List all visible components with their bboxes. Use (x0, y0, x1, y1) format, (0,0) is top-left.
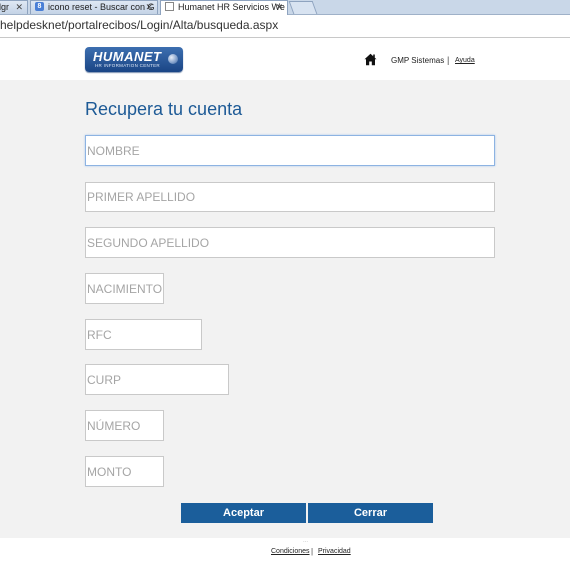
close-tab-icon[interactable]: ✕ (145, 1, 153, 13)
browser-tab-active[interactable]: Humanet HR Servicios We ✕ (160, 0, 288, 15)
tab-title: icono reset - Buscar con G (48, 2, 155, 12)
logo-subtext: HR INFORMATION CENTER (95, 63, 160, 68)
url-text[interactable]: helpdesknet/portalrecibos/Login/Alta/bus… (0, 18, 278, 32)
browser-tab[interactable]: 8 icono reset - Buscar con G ✕ (30, 0, 158, 14)
site-header: HUMANET HR INFORMATION CENTER GMP Sistem… (0, 38, 570, 80)
tab-title: Humanet HR Servicios We (178, 2, 285, 12)
page-favicon-icon (165, 2, 174, 11)
curp-input[interactable] (85, 364, 229, 395)
logo-globe-icon (168, 54, 178, 64)
company-name: GMP Sistemas (391, 56, 445, 65)
humanet-logo[interactable]: HUMANET HR INFORMATION CENTER (85, 47, 183, 72)
address-bar[interactable]: helpdesknet/portalrecibos/Login/Alta/bus… (0, 15, 570, 38)
browser-tab[interactable]: lgr ✕ (0, 0, 28, 14)
home-icon[interactable] (364, 53, 377, 66)
logo-text: HUMANET (93, 49, 162, 64)
segundo-apellido-input[interactable] (85, 227, 495, 258)
footer-dots: ... (303, 538, 309, 544)
help-link[interactable]: Ayuda (455, 57, 475, 64)
primer-apellido-input[interactable] (85, 182, 495, 212)
nombre-input[interactable] (85, 135, 495, 166)
close-tab-icon[interactable]: ✕ (275, 1, 283, 13)
nacimiento-input[interactable] (85, 273, 164, 304)
rfc-input[interactable] (85, 319, 202, 350)
conditions-link[interactable]: Condiciones (271, 548, 310, 555)
browser-tab-strip: lgr ✕ 8 icono reset - Buscar con G ✕ Huma… (0, 0, 570, 15)
close-button[interactable]: Cerrar (308, 503, 433, 523)
new-tab-button[interactable] (288, 1, 318, 14)
site-footer: ... Condiciones | Privacidad (0, 538, 570, 570)
accept-button[interactable]: Aceptar (181, 503, 306, 523)
page-title: Recupera tu cuenta (85, 99, 243, 119)
tab-title: lgr (0, 2, 10, 12)
google-favicon-icon: 8 (35, 2, 44, 11)
numero-input[interactable] (85, 410, 164, 441)
header-separator: | (447, 55, 450, 65)
close-tab-icon[interactable]: ✕ (15, 1, 23, 13)
privacy-link[interactable]: Privacidad (318, 548, 351, 555)
footer-separator: | (311, 547, 314, 556)
monto-input[interactable] (85, 456, 164, 487)
